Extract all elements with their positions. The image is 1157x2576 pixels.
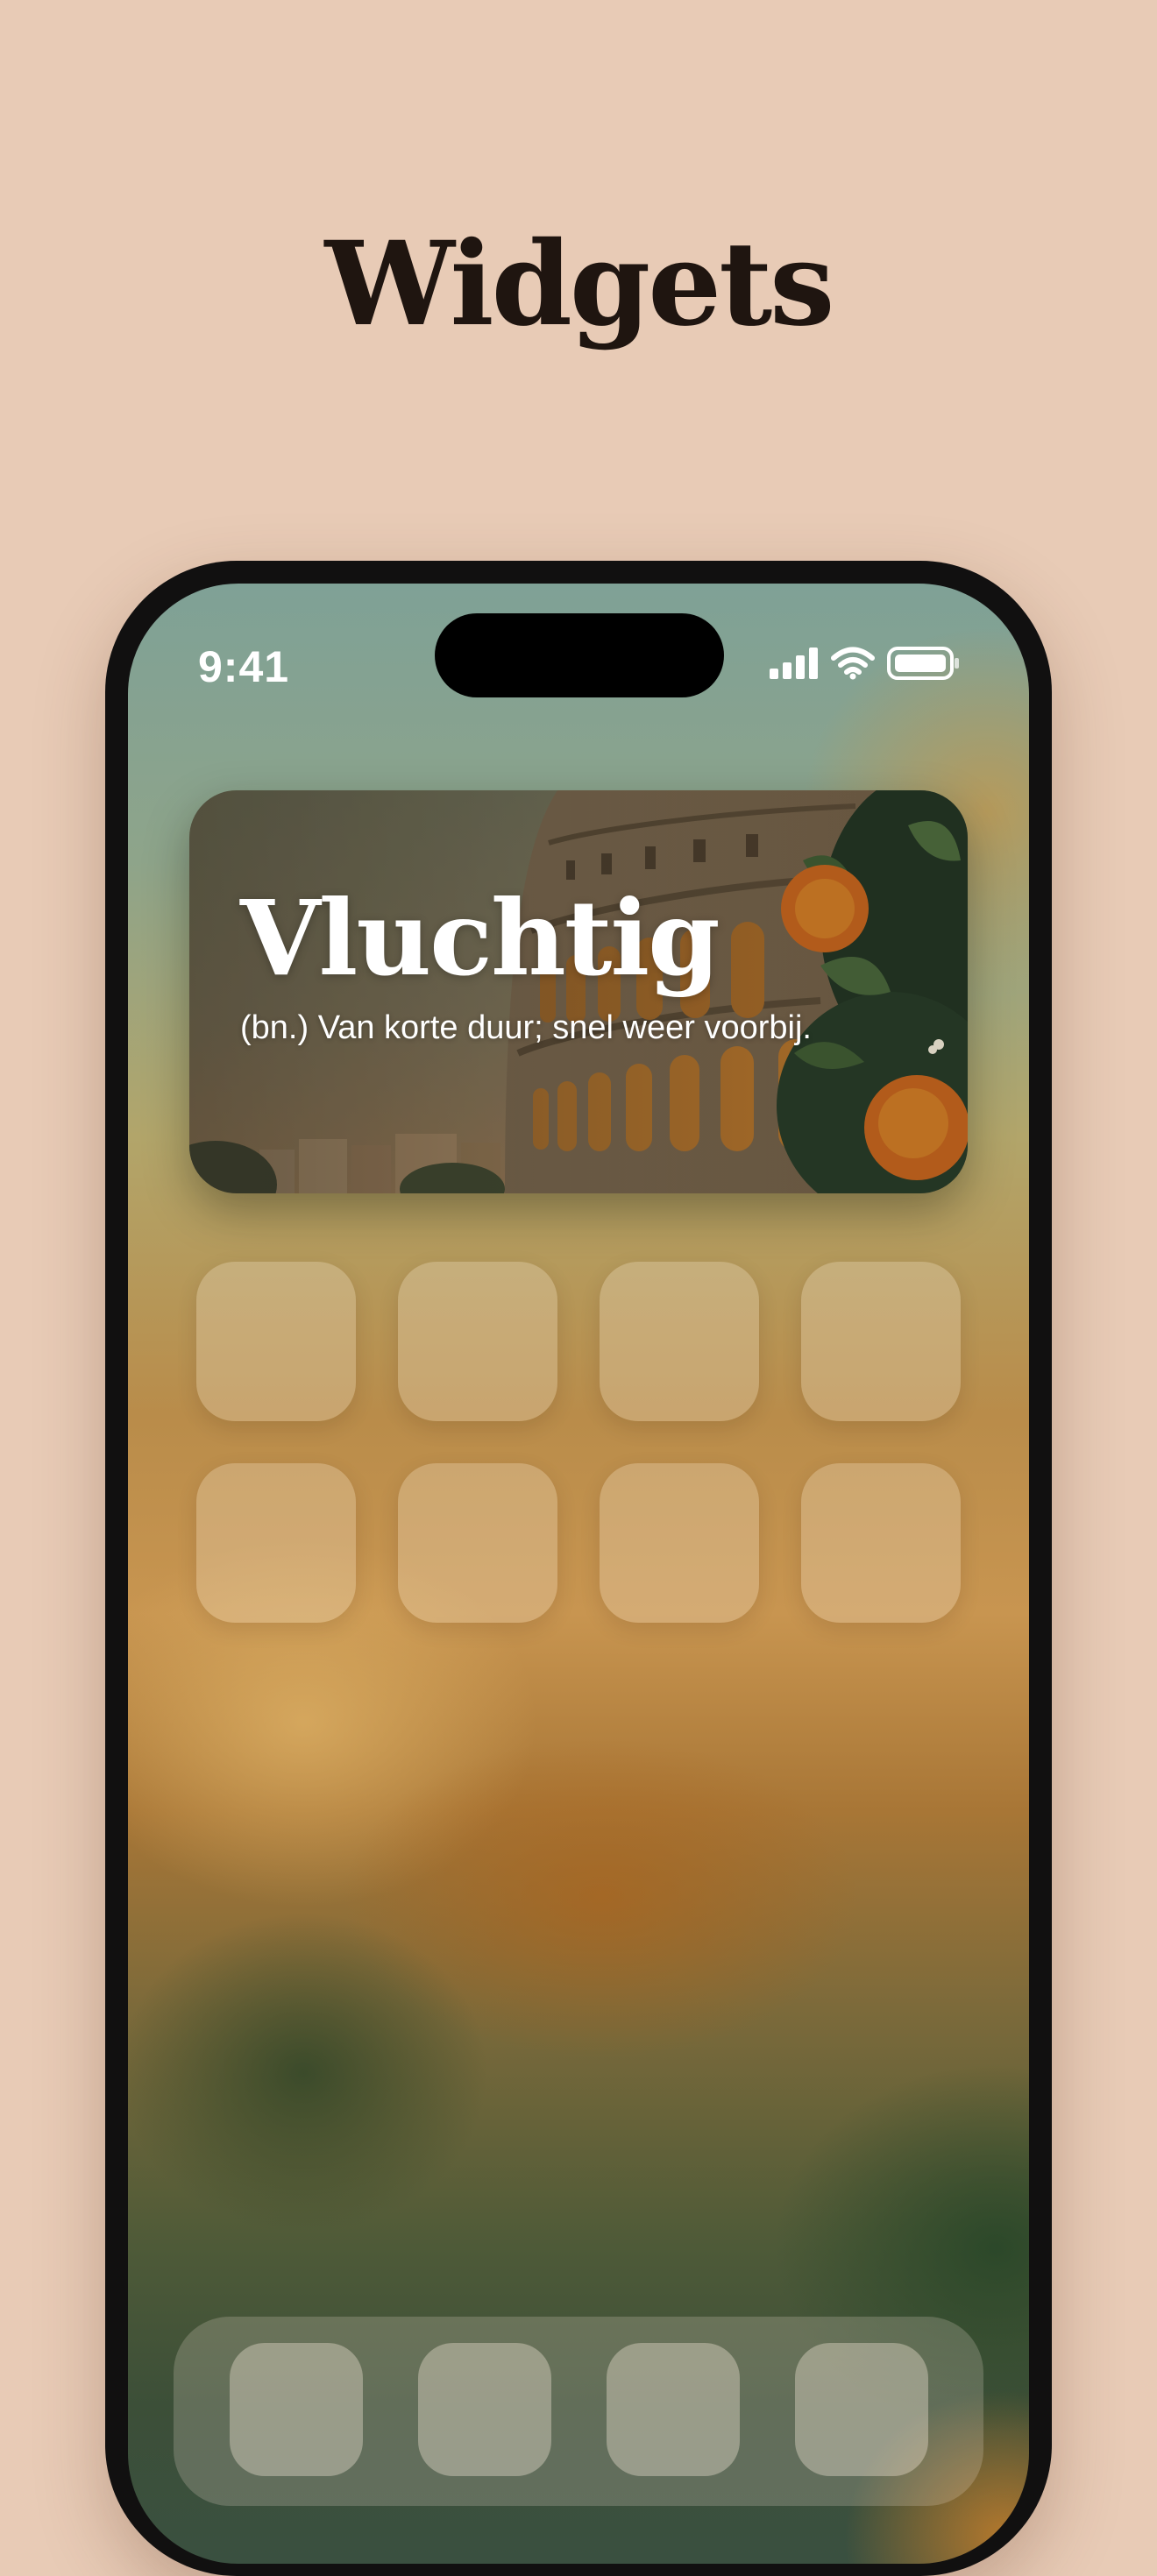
- dock-app-placeholder[interactable]: [230, 2343, 363, 2476]
- app-icon-placeholder[interactable]: [398, 1463, 557, 1623]
- app-icon-placeholder[interactable]: [196, 1262, 356, 1421]
- app-icon-placeholder[interactable]: [600, 1463, 759, 1623]
- widget-definition: (bn.) Van korte duur; snel weer voorbij.: [240, 1009, 812, 1046]
- dynamic-island: [435, 613, 724, 697]
- app-icon-placeholder[interactable]: [196, 1463, 356, 1623]
- dock: [174, 2317, 983, 2506]
- page-title: Widgets: [324, 216, 835, 352]
- home-screen: 9:41 Vluchtig (bn.) Van korte duur; snel…: [128, 584, 1029, 2564]
- cellular-signal-icon: [770, 648, 819, 679]
- battery-icon: [887, 647, 961, 680]
- dock-app-placeholder[interactable]: [418, 2343, 551, 2476]
- phone-frame: 9:41 Vluchtig (bn.) Van korte duur; snel…: [105, 561, 1052, 2576]
- app-icon-placeholder[interactable]: [801, 1463, 961, 1623]
- dock-app-placeholder[interactable]: [607, 2343, 740, 2476]
- widget-word: Vluchtig: [240, 877, 720, 999]
- dock-app-placeholder[interactable]: [795, 2343, 928, 2476]
- wifi-icon: [831, 647, 875, 680]
- status-time: 9:41: [198, 642, 290, 691]
- app-icon-placeholder[interactable]: [801, 1262, 961, 1421]
- app-icon-placeholder[interactable]: [398, 1262, 557, 1421]
- app-icon-placeholder[interactable]: [600, 1262, 759, 1421]
- word-of-the-day-widget[interactable]: Vluchtig (bn.) Van korte duur; snel weer…: [189, 790, 968, 1193]
- status-icons: [770, 647, 961, 680]
